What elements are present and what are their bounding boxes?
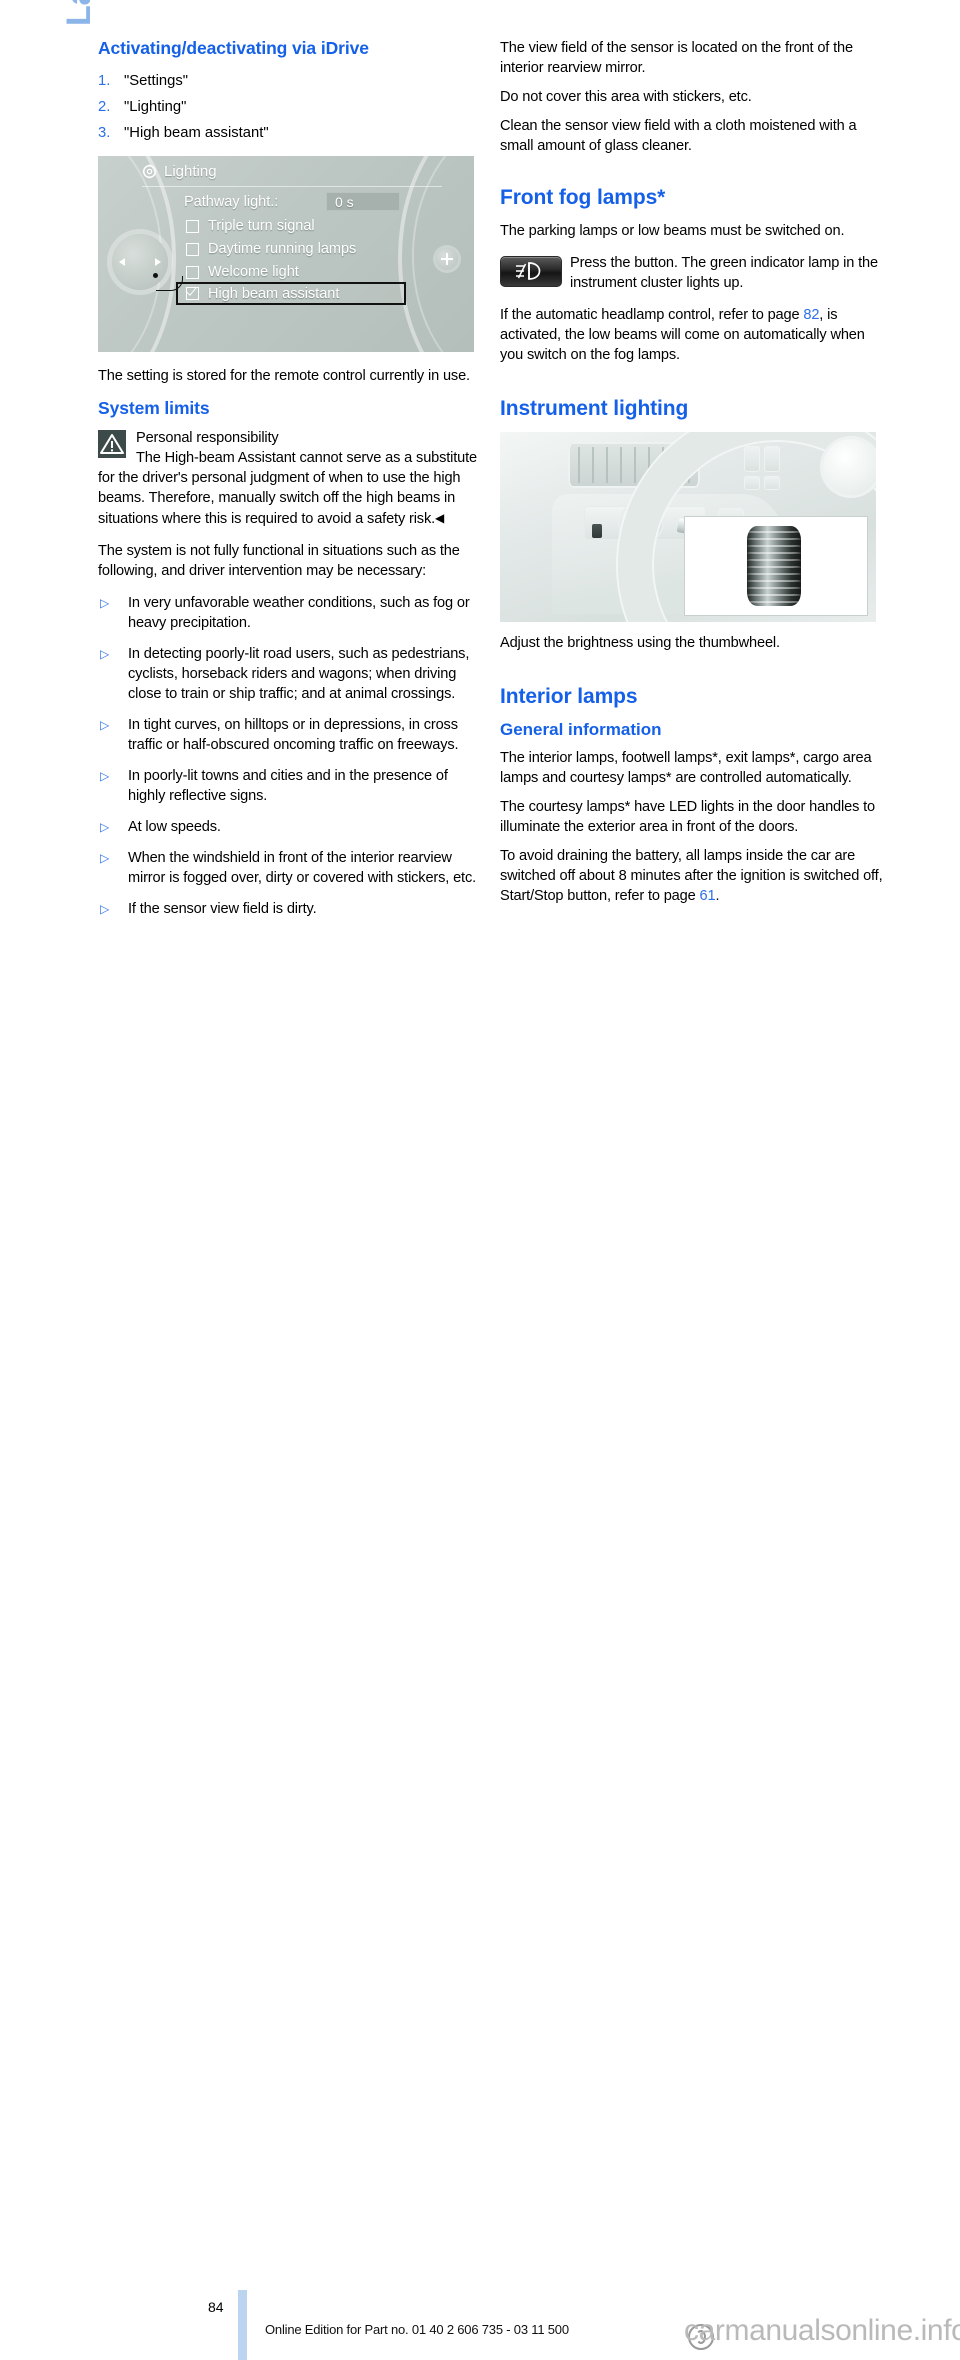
warning-end-marker: ◀ [435, 511, 445, 525]
list-item: ▷ At low speeds. [100, 819, 221, 835]
chevron-right-icon [155, 258, 161, 266]
paragraph-system-not-functional: The system is not fully functional in si… [98, 543, 460, 579]
idrive-pathway-value[interactable]: 0 s [326, 192, 400, 211]
list-item: ▷ If the sensor view field is dirty. [100, 901, 317, 917]
step-number: 2. [98, 99, 111, 115]
steering-wheel-button [744, 476, 760, 490]
idrive-option-triple-turn-signal[interactable]: Triple turn signal [186, 218, 315, 234]
idrive-menu-header: Lighting [142, 163, 217, 180]
idrive-menu-title: Lighting [164, 163, 217, 180]
paragraph-courtesy-lamps: The courtesy lamps* have LED lights in t… [500, 799, 876, 835]
triangle-bullet-icon: ▷ [100, 820, 110, 834]
list-item: 2. "Lighting" [98, 94, 483, 120]
list-item: 3. "High beam assistant" [98, 120, 483, 146]
checkbox-icon [186, 219, 199, 233]
step-number: 3. [98, 125, 111, 141]
paragraph-battery-drain: To avoid draining the battery, all lamps… [500, 848, 883, 904]
triangle-bullet-icon: ▷ [100, 718, 110, 732]
fog-button-description: Press the button. The green indicator la… [570, 255, 878, 291]
step-text: "Settings" [124, 73, 188, 89]
list-item: ▷ In very unfavorable weather conditions… [100, 595, 470, 631]
heading-front-fog-lamps: Front fog lamps* [500, 186, 666, 209]
warning-body: The High-beam Assistant cannot serve as … [98, 450, 478, 527]
page-footer: 84 Online Edition for Part no. 01 40 2 6… [0, 1138, 960, 2360]
idrive-option-welcome-light[interactable]: Welcome light [186, 264, 299, 280]
heading-instrument-lighting: Instrument lighting [500, 397, 689, 420]
divider [142, 186, 442, 187]
list-item: ▷ In poorly-lit towns and cities and in … [100, 768, 448, 804]
page-reference-61[interactable]: 61 [700, 888, 716, 904]
steering-wheel-button [764, 476, 780, 490]
system-limits-bullet-list: ▷ In very unfavorable weather conditions… [98, 593, 483, 919]
list-item: ▷ In detecting poorly-lit road users, su… [100, 646, 470, 702]
heading-activating-deactivating: Activating/deactivating via iDrive [98, 38, 369, 58]
checkbox-icon [186, 242, 199, 256]
chevron-left-icon [119, 258, 125, 266]
gear-icon [142, 164, 157, 179]
thumbwheel-closeup [747, 526, 801, 606]
steering-wheel-button [764, 446, 780, 472]
thumbwheel-callout-inset [684, 516, 868, 616]
paragraph-sensor-view-field: The view field of the sensor is located … [500, 40, 853, 76]
checkbox-icon [186, 265, 199, 279]
page-number: 84 [208, 2299, 224, 2315]
warning-block: Personal responsibility The High-beam As… [98, 428, 483, 529]
fog-lamp-button-block: Press the button. The green indicator la… [500, 253, 885, 293]
idrive-option-daytime-running-lamps[interactable]: Daytime running lamps [186, 241, 356, 257]
paragraph-parking-lamps: The parking lamps or low beams must be s… [500, 223, 845, 239]
caption-adjust-brightness: Adjust the brightness using the thumbwhe… [500, 635, 780, 651]
page-reference-82[interactable]: 82 [803, 307, 819, 323]
idrive-steps-list: 1. "Settings" 2. "Lighting" 3. "High bea… [98, 68, 483, 146]
paragraph-automatic-headlamp: If the automatic headlamp control, refer… [500, 307, 865, 363]
triangle-bullet-icon: ▷ [100, 902, 110, 916]
checkbox-checked-icon [186, 287, 199, 300]
idrive-screenshot-illustration: Lighting Pathway light.: 0 s Triple turn… [98, 156, 474, 352]
instrument-lighting-photo: MV0509OCMA [500, 432, 876, 622]
list-item: ▷ In tight curves, on hilltops or in dep… [100, 717, 459, 753]
fog-lamp-button-icon [500, 256, 562, 287]
triangle-bullet-icon: ▷ [100, 647, 110, 661]
steering-wheel-hub [820, 436, 876, 498]
heading-general-information: General information [500, 720, 662, 739]
right-column: The view field of the sensor is located … [500, 38, 885, 918]
thumbwheel-control [592, 524, 602, 538]
manual-page: Lamps Activating/deactivating via iDrive… [0, 0, 960, 2360]
warning-title: Personal responsibility [136, 430, 279, 446]
list-item: ▷ When the windshield in front of the in… [100, 850, 477, 886]
paragraph-clean-sensor: Clean the sensor view field with a cloth… [500, 118, 857, 154]
paragraph-interior-lamps-auto: The interior lamps, footwell lamps*, exi… [500, 750, 872, 786]
triangle-bullet-icon: ▷ [100, 851, 110, 865]
idrive-option-high-beam-assistant[interactable]: High beam assistant [176, 282, 406, 305]
triangle-bullet-icon: ▷ [100, 769, 110, 783]
left-column: Activating/deactivating via iDrive 1. "S… [98, 38, 483, 930]
idrive-pathway-label: Pathway light.: [184, 194, 279, 210]
footer-edition-line: Online Edition for Part no. 01 40 2 606 … [265, 2322, 569, 2337]
step-text: "Lighting" [124, 99, 187, 115]
paragraph-setting-stored: The setting is stored for the remote con… [98, 368, 470, 384]
list-item: 1. "Settings" [98, 68, 483, 94]
warning-triangle-icon [98, 430, 126, 458]
steering-wheel-button [744, 446, 760, 472]
step-number: 1. [98, 73, 111, 89]
heading-interior-lamps: Interior lamps [500, 685, 638, 708]
paragraph-do-not-cover: Do not cover this area with stickers, et… [500, 89, 752, 105]
heading-system-limits: System limits [98, 398, 210, 418]
step-text: "High beam assistant" [124, 125, 269, 141]
watermark-text: carmanualsonline.info [684, 2314, 960, 2347]
plus-icon [436, 248, 458, 270]
footer-accent-bar [238, 2290, 247, 2360]
triangle-bullet-icon: ▷ [100, 596, 110, 610]
chapter-title: Lamps [60, 0, 99, 26]
chapter-tab: Lamps [14, 0, 98, 218]
